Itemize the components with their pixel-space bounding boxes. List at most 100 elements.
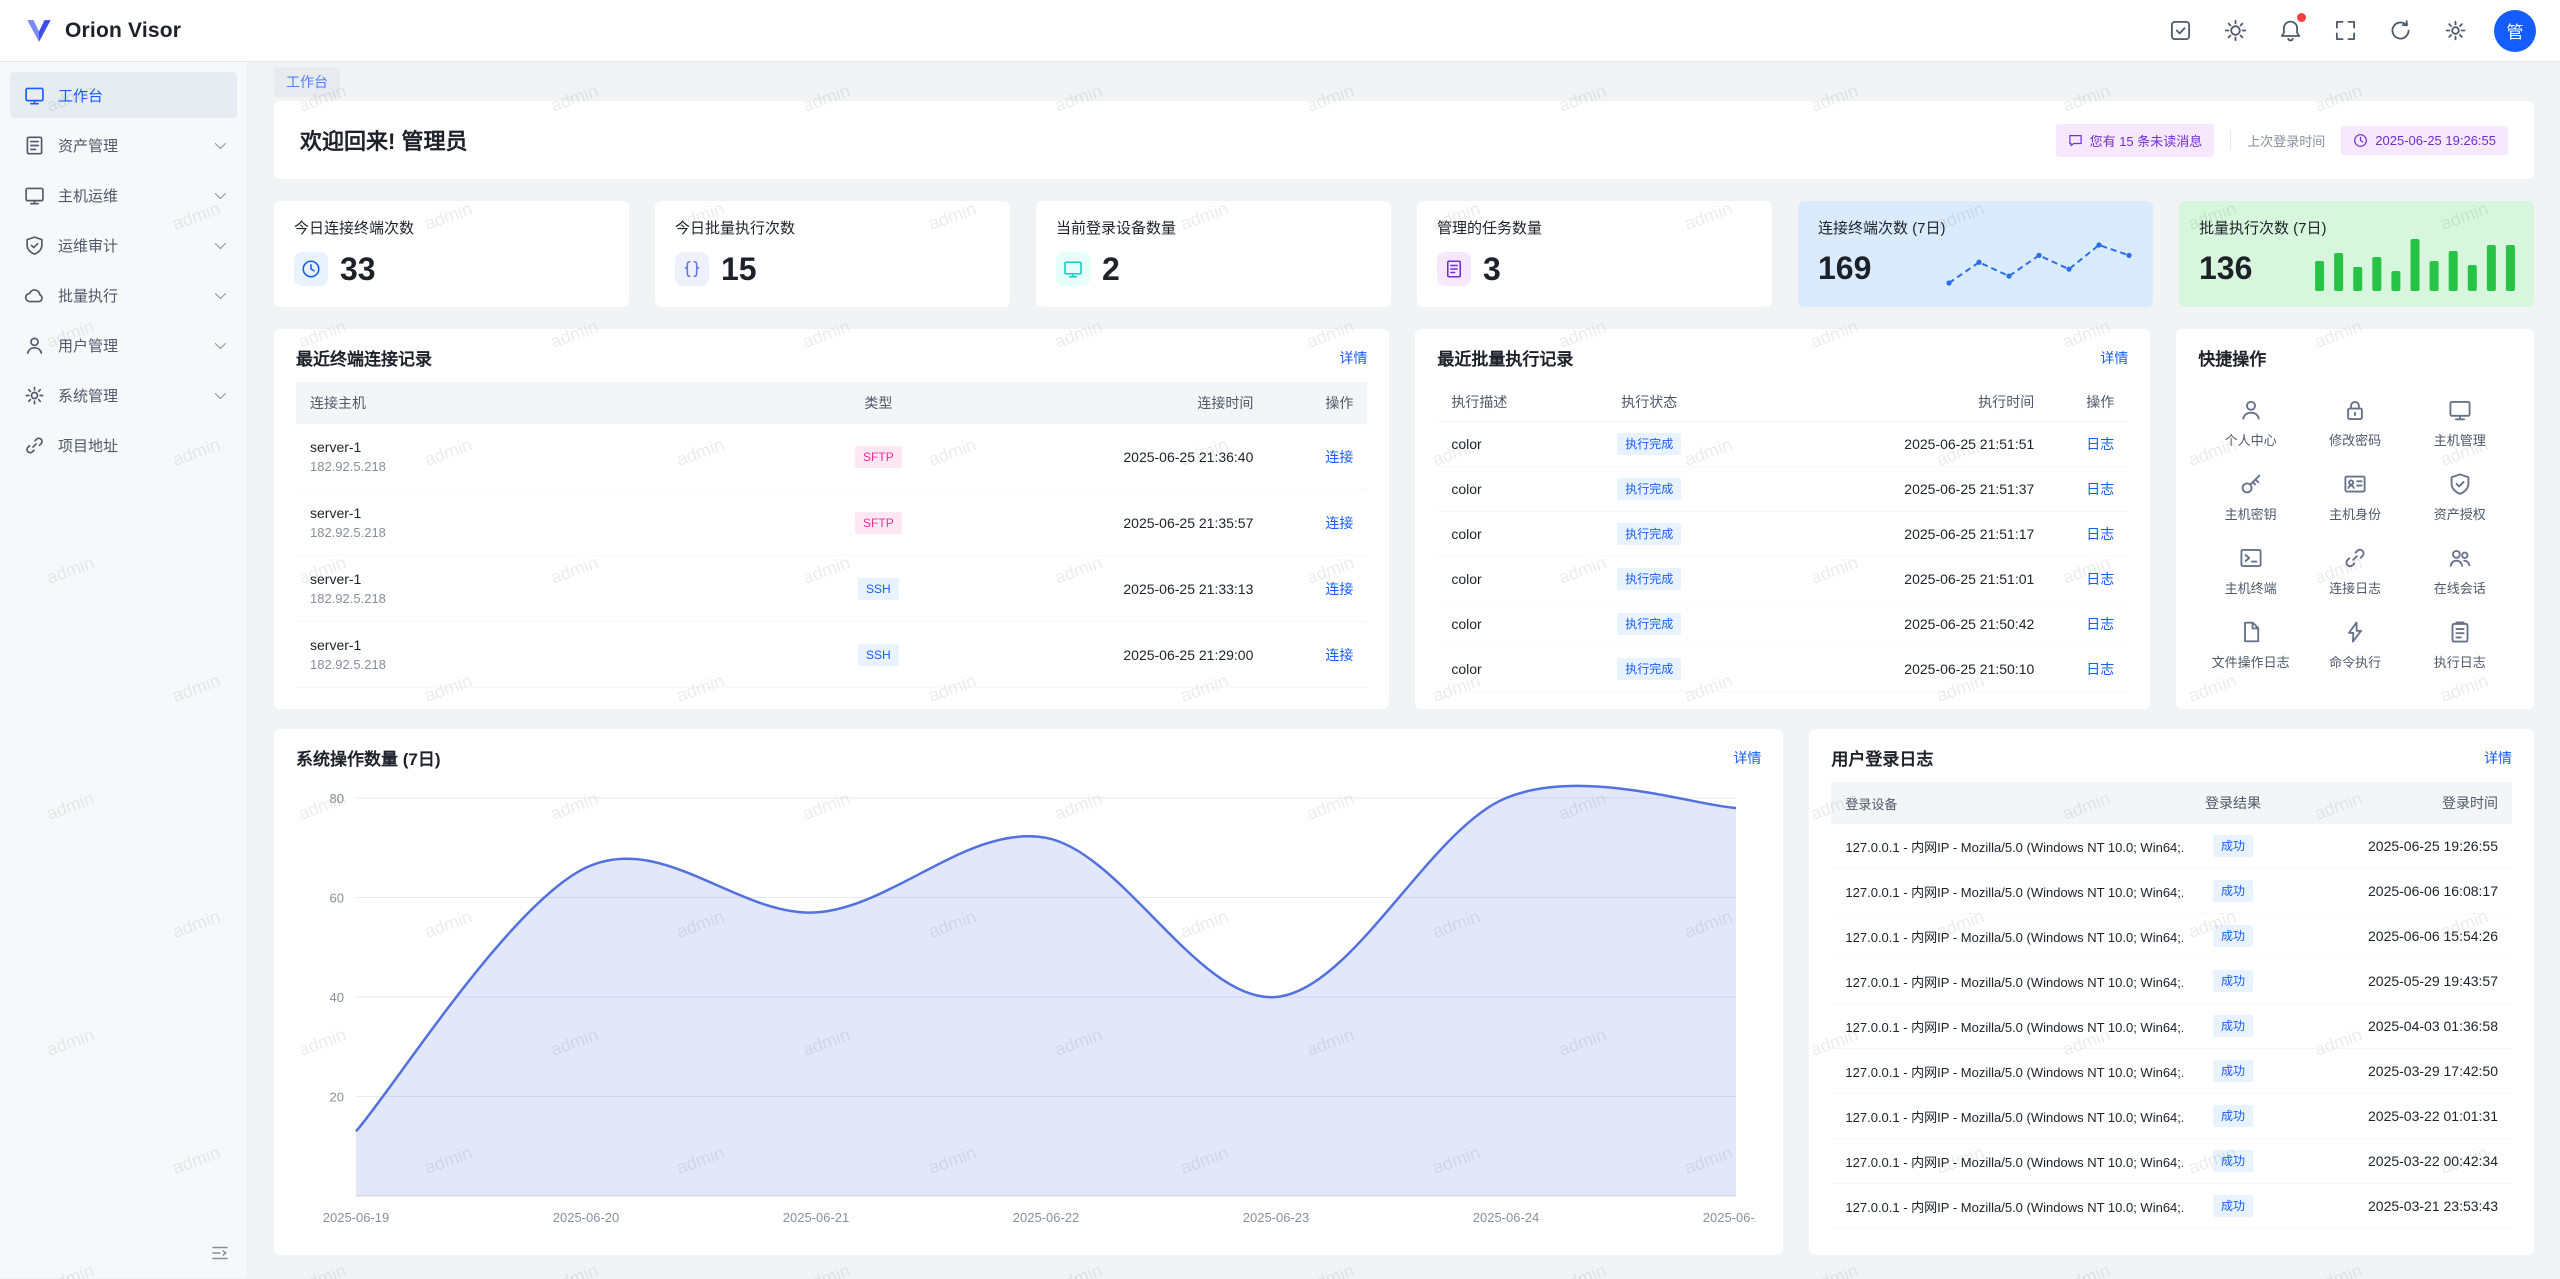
quick-action-item[interactable]: 文件操作日志: [2198, 620, 2303, 671]
quick-action-item[interactable]: 连接日志: [2303, 546, 2408, 597]
clipboard-icon: [2448, 620, 2472, 644]
sidebar-item[interactable]: 运维审计: [10, 222, 237, 268]
settings-gear-icon[interactable]: [2433, 9, 2477, 53]
login-device: 127.0.0.1 - 内网IP - Mozilla/5.0 (Windows …: [1845, 1197, 2183, 1216]
connect-link[interactable]: 连接: [1325, 449, 1353, 465]
panel-title: 系统操作数量 (7日): [296, 745, 441, 770]
quick-action-item[interactable]: 资产授权: [2407, 472, 2512, 523]
chart-detail-link[interactable]: 详情: [1733, 748, 1761, 768]
sidebar-menu: 工作台 资产管理 主机运维 运维审计: [0, 62, 247, 478]
notification-dot: [2297, 13, 2306, 22]
connect-time: 2025-06-25 21:33:13: [953, 581, 1253, 597]
unread-messages-text: 您有 15 条未读消息: [2090, 131, 2203, 150]
link-icon: [24, 435, 45, 456]
log-link[interactable]: 日志: [2086, 616, 2114, 632]
quick-action-item[interactable]: 个人中心: [2198, 398, 2303, 449]
system-operations-chart: 204060802025-06-192025-06-202025-06-2120…: [296, 782, 1756, 1232]
quick-action-item[interactable]: 主机终端: [2198, 546, 2303, 597]
log-link[interactable]: 日志: [2086, 481, 2114, 497]
todo-check-icon[interactable]: [2158, 9, 2202, 53]
status-badge: 执行完成: [1617, 523, 1681, 545]
sidebar-item[interactable]: 用户管理: [10, 322, 237, 368]
login-log-row: 127.0.0.1 - 内网IP - Mozilla/5.0 (Windows …: [1831, 1139, 2512, 1184]
quick-actions-panel: 快捷操作 个人中心 修改密码: [2176, 329, 2534, 709]
chevron-down-icon: [215, 138, 226, 149]
panel-title: 最近批量执行记录: [1437, 345, 1573, 370]
quick-action-item[interactable]: 主机管理: [2407, 398, 2512, 449]
notification-bell-icon[interactable]: [2268, 9, 2312, 53]
last-login-label: 上次登录时间: [2247, 131, 2325, 150]
login-device: 127.0.0.1 - 内网IP - Mozilla/5.0 (Windows …: [1845, 927, 2183, 946]
sidebar-collapse-button[interactable]: [205, 1238, 235, 1268]
status-badge: 执行完成: [1617, 433, 1681, 455]
svg-text:2025-06-21: 2025-06-21: [783, 1210, 850, 1225]
app-logo-icon: [24, 16, 54, 46]
host-name: server-1: [310, 637, 803, 653]
svg-text:40: 40: [330, 990, 344, 1005]
sidebar-item[interactable]: 批量执行: [10, 272, 237, 318]
quick-action-item[interactable]: 主机密钥: [2198, 472, 2303, 523]
shield-check-icon: [24, 235, 45, 256]
log-link[interactable]: 日志: [2086, 436, 2114, 452]
quick-action-item[interactable]: 主机身份: [2303, 472, 2408, 523]
terminal-record-row: server-1 182.92.5.218 SFTP 2025-06-25 21…: [296, 424, 1367, 490]
sidebar-item[interactable]: 项目地址: [10, 422, 237, 468]
theme-sun-icon[interactable]: [2213, 9, 2257, 53]
chevron-down-icon: [215, 338, 226, 349]
quick-action-label: 连接日志: [2329, 578, 2381, 597]
sidebar-item[interactable]: 工作台: [10, 72, 237, 118]
login-result-badge: 成功: [2213, 1150, 2253, 1172]
svg-text:60: 60: [330, 891, 344, 906]
column-header: 登录结果: [2183, 793, 2283, 813]
svg-text:2025-06-25: 2025-06-25: [1703, 1210, 1756, 1225]
log-link[interactable]: 日志: [2086, 571, 2114, 587]
quick-action-item[interactable]: 执行日志: [2407, 620, 2512, 671]
login-time: 2025-04-03 01:36:58: [2283, 1018, 2498, 1034]
chevron-down-icon: [215, 238, 226, 249]
connect-link[interactable]: 连接: [1325, 647, 1353, 663]
login-log-row: 127.0.0.1 - 内网IP - Mozilla/5.0 (Windows …: [1831, 959, 2512, 1004]
sidebar-item[interactable]: 资产管理: [10, 122, 237, 168]
connect-link[interactable]: 连接: [1325, 581, 1353, 597]
fullscreen-icon[interactable]: [2323, 9, 2367, 53]
exec-time: 2025-06-25 21:50:42: [1734, 616, 2034, 632]
cloud-icon: [24, 285, 45, 306]
column-header: 连接时间: [953, 393, 1253, 413]
login-device: 127.0.0.1 - 内网IP - Mozilla/5.0 (Windows …: [1845, 882, 2183, 901]
lock-icon: [2343, 398, 2367, 422]
sidebar-item[interactable]: 主机运维: [10, 172, 237, 218]
login-detail-link[interactable]: 详情: [2484, 748, 2512, 768]
quick-action-item[interactable]: 命令执行: [2303, 620, 2408, 671]
terminal-trend-card: 连接终端次数 (7日) 169: [1798, 201, 2153, 307]
task-card-icon: [1437, 252, 1471, 286]
log-link[interactable]: 日志: [2086, 661, 2114, 677]
breadcrumb-bar: 工作台: [248, 62, 2560, 101]
refresh-icon[interactable]: [2378, 9, 2422, 53]
batch-table-header: 执行描述 执行状态 执行时间 操作: [1437, 382, 2128, 422]
batch-record-row: color 执行完成 2025-06-25 21:51:51 日志: [1437, 422, 2128, 467]
quick-action-label: 文件操作日志: [2212, 652, 2290, 671]
log-link[interactable]: 日志: [2086, 526, 2114, 542]
stat-card: 今日连接终端次数 33: [274, 201, 629, 307]
panel-title: 用户登录日志: [1831, 745, 1933, 770]
terminal-detail-link[interactable]: 详情: [1339, 348, 1367, 368]
type-badge: SFTP: [855, 446, 902, 468]
shield-check-icon: [2448, 472, 2472, 496]
unread-messages-badge[interactable]: 您有 15 条未读消息: [2056, 124, 2215, 157]
stats-row: 今日连接终端次数 33 今日批量执行次数 15: [274, 201, 2534, 307]
user-icon: [2239, 398, 2263, 422]
login-log-row: 127.0.0.1 - 内网IP - Mozilla/5.0 (Windows …: [1831, 1094, 2512, 1139]
connect-link[interactable]: 连接: [1325, 515, 1353, 531]
stat-value: 2: [1102, 253, 1120, 285]
sidebar-item[interactable]: 系统管理: [10, 372, 237, 418]
terminal-records-panel: 最近终端连接记录 详情 连接主机 类型 连接时间 操作 serve: [274, 329, 1389, 709]
stat-card: 今日批量执行次数 15: [655, 201, 1010, 307]
quick-action-item[interactable]: 修改密码: [2303, 398, 2408, 449]
stat-label: 今日批量执行次数: [675, 217, 990, 238]
user-avatar[interactable]: 管: [2494, 10, 2536, 52]
stat-card: 当前登录设备数量 2: [1036, 201, 1391, 307]
login-time: 2025-06-25 19:26:55: [2283, 838, 2498, 854]
breadcrumb[interactable]: 工作台: [274, 67, 340, 97]
batch-detail-link[interactable]: 详情: [2100, 348, 2128, 368]
quick-action-item[interactable]: 在线会话: [2407, 546, 2512, 597]
